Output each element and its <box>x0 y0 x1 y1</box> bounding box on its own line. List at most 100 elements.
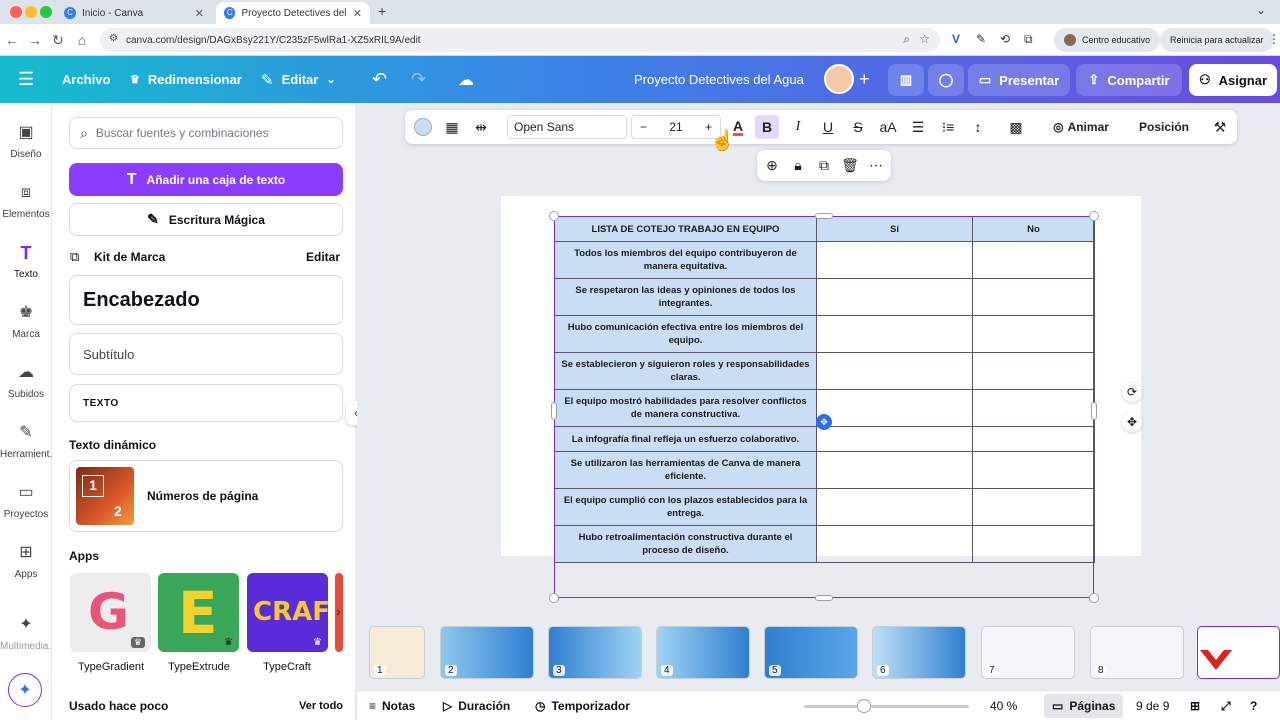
add-collaborator-button[interactable]: + <box>859 56 870 103</box>
update-chip[interactable]: Reinicia para actualizar <box>1160 28 1274 52</box>
rail-item-diseno[interactable]: ▣ Diseño <box>0 123 52 160</box>
close-window-button[interactable] <box>10 6 22 18</box>
page-thumbnail[interactable]: 4 <box>656 626 750 679</box>
bold-button[interactable]: B <box>755 115 779 139</box>
column-spacing-button[interactable]: ⇹ <box>470 110 492 144</box>
redimensionar-button[interactable]: ♛ Redimensionar <box>130 56 242 103</box>
rail-item-texto[interactable]: T Texto <box>0 243 52 280</box>
browser-tab-inicio[interactable]: C Inicio - Canva ✕ <box>56 2 212 24</box>
rail-item-subidos[interactable]: ☁ Subidos <box>0 363 52 400</box>
main-menu-button[interactable]: ☰ <box>18 56 34 103</box>
see-all-link[interactable]: Ver todo <box>299 700 343 712</box>
rail-item-multimedia[interactable]: ✦ Multimedia... <box>0 615 57 652</box>
page-numbers-card[interactable]: 1 2 Números de página <box>69 460 343 532</box>
reload-icon[interactable]: ↻ <box>50 32 66 49</box>
editar-button[interactable]: ✎ Editar ⌄ <box>261 56 336 103</box>
help-button[interactable]: ? <box>1250 691 1257 720</box>
rail-item-herramientas[interactable]: ✎ Herramient... <box>0 423 58 460</box>
app-typeextrude-thumb[interactable]: E ♛ <box>158 573 239 652</box>
color-swatch-button[interactable] <box>411 110 435 144</box>
font-search-input[interactable]: ⌕ Buscar fuentes y combinaciones <box>69 117 343 149</box>
zoom-level[interactable]: 40 % <box>990 691 1017 720</box>
extension-pen-icon[interactable]: ✎ <box>976 32 986 46</box>
rotate-icon[interactable]: ⟳ <box>1122 382 1142 402</box>
project-title[interactable]: Proyecto Detectives del Agua <box>634 56 804 103</box>
position-button[interactable]: Posición <box>1133 110 1195 144</box>
list-button[interactable]: ⁝≡ <box>937 110 959 144</box>
duplicate-icon[interactable]: ⧉ <box>813 150 835 181</box>
animate-button[interactable]: ◎ Animar <box>1047 110 1115 144</box>
page-thumbnail[interactable]: 5 <box>764 626 858 679</box>
table-layout-button[interactable]: ▦ <box>441 110 463 144</box>
rail-item-elementos[interactable]: ⧈ Elementos <box>0 183 52 220</box>
archivo-button[interactable]: Archivo <box>62 56 110 103</box>
undo-button[interactable]: ↶ <box>372 56 387 103</box>
chevron-right-icon[interactable]: › <box>336 603 341 619</box>
compartir-button[interactable]: ⇪ Compartir <box>1076 64 1182 96</box>
zoom-slider[interactable] <box>804 699 969 713</box>
comment-add-icon[interactable]: ⊕ <box>761 150 783 181</box>
add-heading-button[interactable]: Encabezado <box>69 275 343 325</box>
timer-button[interactable]: ◷ Temporizador <box>535 691 630 720</box>
browser-menu-icon[interactable]: ⋮ <box>1268 32 1280 46</box>
redo-button[interactable]: ↷ <box>411 56 426 103</box>
close-tab-icon[interactable]: ✕ <box>353 7 362 20</box>
magic-write-button[interactable]: ✎ Escritura Mágica <box>69 203 343 236</box>
tab-list-chevron-icon[interactable]: ⌄ <box>1256 3 1266 17</box>
fullscreen-button[interactable]: ⤢ <box>1221 691 1231 720</box>
resize-handle-bottom-right[interactable] <box>1089 593 1099 603</box>
extension-v-icon[interactable]: V <box>952 32 960 46</box>
maximize-window-button[interactable] <box>40 6 52 18</box>
letter-case-button[interactable]: aA <box>877 110 899 144</box>
browser-tab-proyecto[interactable]: C Proyecto Detectives del Agua ✕ <box>216 2 370 24</box>
home-icon[interactable]: ⌂ <box>74 32 90 48</box>
resize-handle-top-right[interactable] <box>1089 211 1099 221</box>
font-size-stepper[interactable]: − 21 + <box>631 115 721 139</box>
resize-handle-right[interactable] <box>1091 402 1097 420</box>
cloud-saved-button[interactable]: ☁ <box>458 56 474 103</box>
app-typecraft-thumb[interactable]: CRAFT ♛ <box>247 573 328 652</box>
profile-chip[interactable]: Centro educativo <box>1054 28 1161 52</box>
extensions-puzzle-icon[interactable]: ⧉ <box>1024 32 1033 47</box>
collaborator-avatar[interactable] <box>824 64 854 94</box>
font-family-dropdown[interactable]: Open Sans <box>507 115 627 139</box>
add-subheading-button[interactable]: Subtítulo <box>69 333 343 375</box>
zoom-slider-thumb[interactable] <box>857 699 871 713</box>
page-thumbnail[interactable]: 2 <box>440 626 534 679</box>
rail-item-marca[interactable]: ♚ Marca <box>0 303 52 340</box>
zoom-icon[interactable]: ⌕ <box>903 32 910 47</box>
brand-kit-edit-link[interactable]: Editar <box>306 250 340 264</box>
back-icon[interactable]: ← <box>4 32 20 48</box>
resize-handle-bottom-left[interactable] <box>549 593 559 603</box>
lock-icon[interactable]: 🔒︎ <box>787 150 809 181</box>
page-thumbnail[interactable]: 7 <box>981 626 1075 679</box>
pages-button[interactable]: ▭ Páginas <box>1044 694 1124 718</box>
url-field[interactable]: ⚙ canva.com/design/DAGxBsy221Y/C235zF5wl… <box>100 28 940 52</box>
page-thumbnail[interactable]: 1 <box>369 626 425 679</box>
trash-icon[interactable]: 🗑︎ <box>839 150 861 181</box>
grid-view-button[interactable]: ⊞ <box>1190 691 1200 720</box>
spacing-button[interactable]: ↕ <box>967 110 989 144</box>
asignar-button[interactable]: ⚇ Asignar <box>1189 64 1277 96</box>
resize-handle-left[interactable] <box>551 402 557 420</box>
resize-handle-bottom[interactable] <box>815 595 833 601</box>
add-text-box-button[interactable]: T Añadir una caja de texto <box>69 163 343 196</box>
copy-style-button[interactable]: ⚒ <box>1209 110 1231 144</box>
duration-button[interactable]: ▷ Duración <box>443 691 510 720</box>
minimize-window-button[interactable] <box>25 6 37 18</box>
rail-item-proyectos[interactable]: ▭ Proyectos <box>0 483 52 520</box>
strikethrough-button[interactable]: S <box>847 110 869 144</box>
page-thumbnail[interactable]: 3 <box>548 626 642 679</box>
insights-button[interactable]: ▥ <box>888 64 924 96</box>
new-tab-icon[interactable]: + <box>378 3 386 19</box>
underline-button[interactable]: U <box>817 110 839 144</box>
comments-button[interactable]: ◯ <box>928 64 964 96</box>
move-arrows-icon[interactable]: ✥ <box>816 414 832 430</box>
presentar-button[interactable]: ▭ Presentar <box>968 64 1070 96</box>
site-info-icon[interactable]: ⚙ <box>109 33 118 44</box>
close-tab-icon[interactable]: ✕ <box>195 7 204 20</box>
resize-handle-top-left[interactable] <box>549 211 559 221</box>
alignment-button[interactable]: ☰ <box>907 110 929 144</box>
notes-button[interactable]: ≡ Notas <box>369 691 415 720</box>
app-typegradient-thumb[interactable]: G ♛ <box>70 573 151 652</box>
